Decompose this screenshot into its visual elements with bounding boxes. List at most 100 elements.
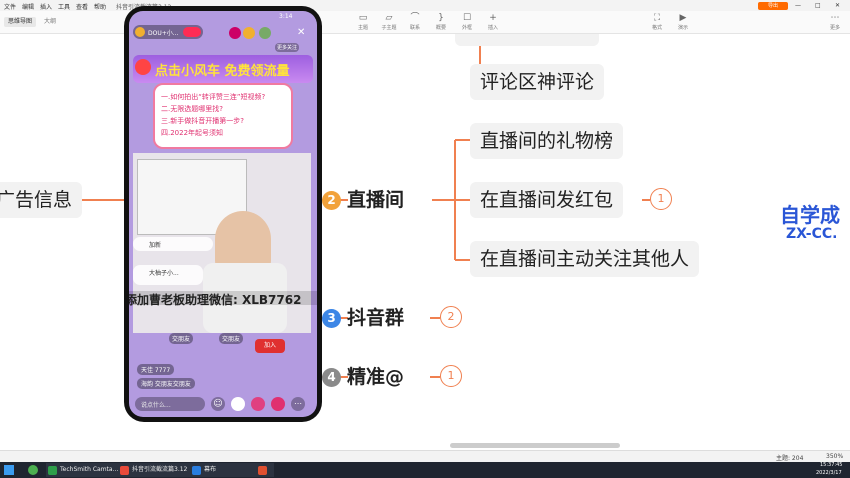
gift-notice: 加新 — [133, 237, 213, 251]
more-button[interactable]: ⋯ 更多 — [824, 13, 846, 31]
question-item: 四.2022年起号须知 — [161, 129, 224, 137]
close-icon[interactable]: ✕ — [835, 2, 840, 9]
app-icon — [258, 466, 267, 475]
promo-banner[interactable]: 点击小风车 免费领流量 — [133, 55, 313, 83]
topic-douyin-group[interactable]: 3 抖音群 — [322, 300, 404, 336]
heart-icon[interactable] — [251, 397, 265, 411]
avatar[interactable] — [229, 27, 241, 39]
banner-text: 点击小风车 免费领流量 — [155, 64, 290, 79]
avatar — [135, 27, 145, 37]
question-item: 三.新手做抖音开播第一步? — [161, 117, 244, 125]
chat-message: 交朋友 — [219, 333, 244, 344]
more-follow-tag[interactable]: 更多关注 — [275, 43, 300, 52]
windows-start-icon[interactable] — [4, 465, 14, 475]
topic-red-packet[interactable]: 在直播间发红包 — [470, 182, 624, 218]
export-button[interactable]: 导出 — [758, 2, 788, 10]
summary-button[interactable]: } 概要 — [430, 13, 452, 31]
topic-gift-list[interactable]: 直播间的礼物榜 — [470, 123, 624, 159]
question-item: 二.无限选题哪里找? — [161, 105, 223, 113]
taskbar-app-other[interactable] — [256, 463, 274, 477]
taskbar-app-camtasia[interactable]: TechSmith Camta... — [46, 463, 124, 477]
boundary-icon: ☐ — [462, 13, 472, 23]
present-button[interactable]: ▶ 演示 — [672, 13, 694, 31]
count-badge-group[interactable]: 2 — [440, 306, 462, 328]
topic-follow-others[interactable]: 在直播间主动关注其他人 — [470, 241, 700, 277]
topic-live-room[interactable]: 2 直播间 — [322, 182, 404, 218]
count-badge-redpacket[interactable]: 1 — [650, 188, 672, 210]
menu-file[interactable]: 文件 — [4, 2, 16, 11]
topic-count: 主题: 204 — [776, 455, 804, 462]
boundary-button[interactable]: ☐ 外框 — [456, 13, 478, 31]
clock-time: 15:37:45 — [820, 462, 843, 468]
mubu-icon — [192, 466, 201, 475]
topic-label: 直播间 — [347, 189, 405, 211]
relation-button[interactable]: ⌒ 联系 — [404, 13, 426, 31]
avatar[interactable] — [243, 27, 255, 39]
close-icon[interactable]: ✕ — [297, 27, 305, 38]
topic-precise-at[interactable]: 4 精准@ — [322, 359, 404, 395]
tab-outline[interactable]: 大纲 — [44, 17, 56, 27]
insert-button[interactable]: + 插入 — [482, 13, 504, 31]
taskbar: TechSmith Camta... 抖音引流截流篇3.12 幕布 15:37:… — [0, 462, 850, 478]
number-badge: 3 — [322, 309, 341, 328]
topic-icon: ▭ — [358, 13, 368, 23]
watermark: 自学成 ZX-CC. — [780, 204, 840, 242]
menu-tools[interactable]: 工具 — [58, 2, 70, 11]
watermark-line1: 自学成 — [780, 203, 840, 227]
chrome-icon[interactable] — [28, 465, 38, 475]
taskbar-app-mubu[interactable]: 幕布 — [190, 463, 262, 477]
present-icon: ▶ — [679, 13, 687, 23]
relation-icon: ⌒ — [410, 13, 420, 23]
question-item: 一.如何拍出“转评赞三连”短视频? — [161, 93, 266, 101]
chat-text: 大柚子小... — [149, 270, 179, 277]
presenter — [215, 211, 271, 271]
overlay-text: 添加曹老板助理微信: XLB7762 — [129, 293, 302, 307]
horizontal-scrollbar[interactable] — [450, 443, 620, 448]
comment-placeholder: 说点什么... — [141, 402, 171, 409]
join-button[interactable]: 加入 — [255, 339, 285, 353]
topic-node-hidden[interactable] — [455, 34, 599, 46]
add-topic-button[interactable]: ▭ 主题 — [352, 13, 374, 31]
zoom-level[interactable]: 350% — [826, 453, 843, 460]
emoji-icon[interactable]: ☺ — [211, 397, 225, 411]
count-badge-at[interactable]: 1 — [440, 365, 462, 387]
chat-message: 海韵 交朋友交朋友 — [137, 378, 195, 389]
question-card: 一.如何拍出“转评赞三连”短视频? 二.无限选题哪里找? 三.新手做抖音开播第一… — [153, 83, 293, 149]
format-button[interactable]: ⛶ 格式 — [646, 13, 668, 31]
phone-clock: 3:14 — [279, 13, 293, 20]
watermark-line2: ZX-CC. — [786, 226, 838, 242]
subtopic-icon: ▱ — [385, 13, 393, 23]
follow-button[interactable] — [183, 27, 201, 37]
menu-edit[interactable]: 编辑 — [22, 2, 34, 11]
number-badge: 2 — [322, 191, 341, 210]
clock-date: 2022/3/17 — [816, 470, 842, 476]
chat-message: 天佳 7777 — [137, 364, 175, 375]
camtasia-icon — [48, 466, 57, 475]
chat-text: 加新 — [149, 242, 162, 249]
taskbar-app-mindmap[interactable]: 抖音引流截流篇3.12 — [118, 463, 196, 477]
plus-icon: + — [489, 13, 497, 23]
live-stream-screen[interactable]: 3:14 DOU+小... ✕ 更多关注 点击小风车 免费领流量 一.如何拍出“… — [129, 11, 317, 417]
topic-comment[interactable]: 评论区神评论 — [470, 64, 605, 100]
comment-input[interactable]: 说点什么... — [135, 397, 205, 411]
menu-bar: 文件 编辑 插入 工具 查看 帮助 抖音引流截流篇3.12 — □ ✕ — [0, 0, 850, 11]
more-icon: ⋯ — [830, 13, 840, 23]
add-subtopic-button[interactable]: ▱ 子主题 — [378, 13, 400, 31]
menu-insert[interactable]: 插入 — [40, 2, 52, 11]
topic-ad-info[interactable]: 广告信息 — [0, 182, 83, 218]
tab-mindmap[interactable]: 思维导图 — [4, 17, 37, 27]
gift-icon[interactable] — [231, 397, 245, 411]
host-info[interactable]: DOU+小... — [133, 25, 203, 39]
menu-help[interactable]: 帮助 — [94, 2, 106, 11]
avatar[interactable] — [259, 27, 271, 39]
maximize-icon[interactable]: □ — [815, 2, 821, 9]
gift-notice: 大柚子小... — [133, 265, 203, 285]
pinwheel-icon — [135, 59, 151, 75]
more-icon[interactable]: ⋯ — [291, 397, 305, 411]
minimize-icon[interactable]: — — [795, 2, 801, 9]
format-icon: ⛶ — [653, 13, 661, 23]
menu-view[interactable]: 查看 — [76, 2, 88, 11]
topic-label: 抖音群 — [347, 307, 405, 329]
chat-message: 交朋友 — [169, 333, 194, 344]
share-icon[interactable] — [271, 397, 285, 411]
